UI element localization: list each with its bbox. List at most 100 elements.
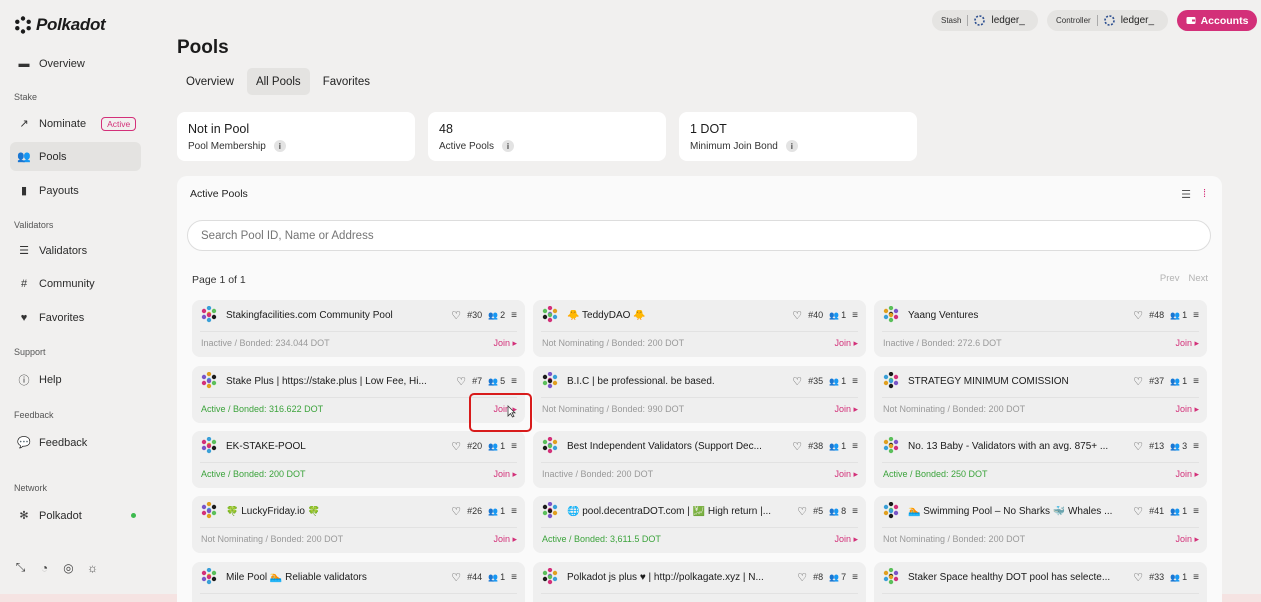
accounts-button[interactable]: Accounts: [1177, 10, 1257, 31]
favorite-heart-icon[interactable]: ♡: [451, 309, 461, 322]
join-button[interactable]: Join ▸: [1175, 534, 1199, 545]
sidebar-item-payouts[interactable]: ▮ Payouts: [10, 176, 141, 205]
pool-menu-icon[interactable]: ≡: [852, 506, 858, 517]
favorite-heart-icon[interactable]: ♡: [1133, 309, 1143, 322]
controller-account-pill[interactable]: Controller ledger_: [1047, 10, 1168, 31]
settings-icon[interactable]: ◎: [62, 561, 75, 575]
join-button[interactable]: Join ▸: [1175, 469, 1199, 480]
pool-card[interactable]: Staker Space healthy DOT pool has select…: [874, 562, 1207, 602]
pool-card[interactable]: Yaang Ventures ♡ #48 👥 1 ≡ Inactive / Bonded: …: [874, 300, 1207, 357]
join-button[interactable]: Join ▸: [493, 338, 517, 349]
sidebar-item-community[interactable]: # Community: [10, 269, 141, 298]
info-icon[interactable]: i: [785, 140, 798, 152]
join-button[interactable]: Join ▸: [834, 338, 858, 349]
pool-identicon-icon: [201, 437, 217, 454]
pool-card[interactable]: Stakingfacilities.com Community Pool ♡ #30…: [192, 300, 525, 357]
list-view-icon[interactable]: ☰: [1181, 188, 1191, 201]
prev-button[interactable]: Prev: [1160, 273, 1180, 284]
favorite-heart-icon[interactable]: ♡: [451, 571, 461, 584]
favorite-heart-icon[interactable]: ♡: [451, 440, 461, 453]
sidebar-item-pools[interactable]: 👥 Pools: [10, 142, 141, 171]
favorite-heart-icon[interactable]: ♡: [792, 309, 802, 322]
pool-menu-icon[interactable]: ≡: [852, 310, 858, 321]
grid-view-icon[interactable]: ⁞: [1203, 188, 1206, 201]
info-icon[interactable]: i: [273, 140, 286, 152]
sidebar-item-network[interactable]: ✻ Polkadot: [10, 501, 141, 530]
caret-right-icon: ▸: [509, 469, 517, 479]
favorite-heart-icon[interactable]: ♡: [792, 375, 802, 388]
collapse-icon[interactable]: ⤡: [14, 560, 27, 574]
pool-menu-icon[interactable]: ≡: [511, 441, 517, 452]
sidebar-item-help[interactable]: ⓘ Help: [10, 365, 141, 394]
join-button[interactable]: Join ▸: [834, 469, 858, 480]
favorite-heart-icon[interactable]: ♡: [797, 571, 807, 584]
pool-menu-icon[interactable]: ≡: [511, 376, 517, 387]
sidebar-item-validators[interactable]: ☰ Validators: [10, 236, 141, 265]
pool-card[interactable]: 🌐 pool.decentraDOT.com | 💹 High return |…: [533, 496, 866, 553]
tab-all-pools[interactable]: All Pools: [246, 68, 310, 95]
tab-favorites[interactable]: Favorites: [314, 68, 379, 95]
pool-identicon-icon: [201, 502, 217, 519]
pool-menu-icon[interactable]: ≡: [852, 376, 858, 387]
favorite-heart-icon[interactable]: ♡: [1133, 571, 1143, 584]
pool-menu-icon[interactable]: ≡: [852, 572, 858, 583]
join-button[interactable]: Join ▸: [493, 534, 517, 545]
join-button[interactable]: Join ▸: [493, 469, 517, 480]
pool-menu-icon[interactable]: ≡: [1193, 376, 1199, 387]
members-icon: 👥: [488, 376, 499, 386]
github-icon[interactable]: ◔: [38, 561, 51, 575]
pool-identicon-icon: [542, 502, 558, 519]
pool-menu-icon[interactable]: ≡: [1193, 441, 1199, 452]
pool-menu-icon[interactable]: ≡: [1193, 310, 1199, 321]
stash-account-pill[interactable]: Stash ledger_: [932, 10, 1038, 31]
sidebar-item-favorites[interactable]: ♥ Favorites: [10, 303, 141, 332]
join-highlight-box: [469, 393, 532, 432]
pool-card[interactable]: EK-STAKE-POOL ♡ #20 👥 1 ≡ Active / Bonded: 200…: [192, 431, 525, 488]
pool-menu-icon[interactable]: ≡: [1193, 506, 1199, 517]
tab-overview[interactable]: Overview: [177, 68, 243, 95]
pool-card[interactable]: 🐥 TeddyDAO 🐥 ♡ #40 👥 1 ≡ Not Nominating / Bond…: [533, 300, 866, 357]
pool-menu-icon[interactable]: ≡: [511, 572, 517, 583]
pool-card[interactable]: Best Independent Validators (Support Dec…: [533, 431, 866, 488]
pool-menu-icon[interactable]: ≡: [852, 441, 858, 452]
wallet-icon: [1186, 17, 1196, 24]
favorite-heart-icon[interactable]: ♡: [1133, 375, 1143, 388]
pool-meta: ♡ #40 👥 1 ≡: [792, 309, 858, 322]
overview-icon: ▬: [18, 57, 30, 70]
polkadot-logo[interactable]: Polkadot: [14, 15, 106, 35]
hashtag-icon: #: [20, 277, 28, 290]
pool-card[interactable]: Mile Pool 🏊 Reliable validators ♡ #44 👥 1 ≡: [192, 562, 525, 602]
pool-card[interactable]: Polkadot js plus ♥ | http://polkagate.xy…: [533, 562, 866, 602]
pool-members-count: 1: [1182, 376, 1188, 386]
favorite-heart-icon[interactable]: ♡: [456, 375, 466, 388]
sidebar-item-nominate[interactable]: ↗ Nominate Active: [10, 109, 141, 138]
pool-card[interactable]: B.I.C | be professional. be based. ♡ #35 👥 1…: [533, 366, 866, 423]
favorite-heart-icon[interactable]: ♡: [1133, 440, 1143, 453]
favorite-heart-icon[interactable]: ♡: [1133, 505, 1143, 518]
members-icon: 👥: [829, 506, 840, 516]
pool-card[interactable]: 🏊 Swimming Pool – No Sharks 🐳 Whales ...…: [874, 496, 1207, 553]
pool-menu-icon[interactable]: ≡: [1193, 572, 1199, 583]
pool-card[interactable]: STRATEGY MINIMUM COMISSION ♡ #37 👥 1 ≡ Not Nom…: [874, 366, 1207, 423]
pool-card[interactable]: 🍀 LuckyFriday.io 🍀 ♡ #26 👥 1 ≡ Not Nominating …: [192, 496, 525, 553]
search-input[interactable]: [187, 220, 1211, 251]
pool-menu-icon[interactable]: ≡: [511, 310, 517, 321]
theme-toggle-icon[interactable]: ☼: [86, 561, 99, 575]
join-button[interactable]: Join ▸: [1175, 338, 1199, 349]
join-button[interactable]: Join ▸: [1175, 404, 1199, 415]
pool-meta: ♡ #33 👥 1 ≡: [1133, 571, 1199, 584]
sidebar-item-overview[interactable]: ▬ Overview: [10, 49, 141, 78]
favorite-heart-icon[interactable]: ♡: [451, 505, 461, 518]
caret-right-icon: ▸: [1191, 534, 1199, 544]
favorite-heart-icon[interactable]: ♡: [792, 440, 802, 453]
info-icon[interactable]: i: [502, 140, 515, 152]
status-badge: Active: [101, 116, 137, 131]
next-button[interactable]: Next: [1188, 273, 1208, 284]
pool-menu-icon[interactable]: ≡: [511, 506, 517, 517]
divider: [1096, 15, 1098, 26]
pool-card[interactable]: No. 13 Baby - Validators with an avg. 87…: [874, 431, 1207, 488]
favorite-heart-icon[interactable]: ♡: [797, 505, 807, 518]
join-button[interactable]: Join ▸: [834, 404, 858, 415]
join-button[interactable]: Join ▸: [834, 534, 858, 545]
sidebar-item-feedback[interactable]: 💬 Feedback: [10, 428, 141, 457]
